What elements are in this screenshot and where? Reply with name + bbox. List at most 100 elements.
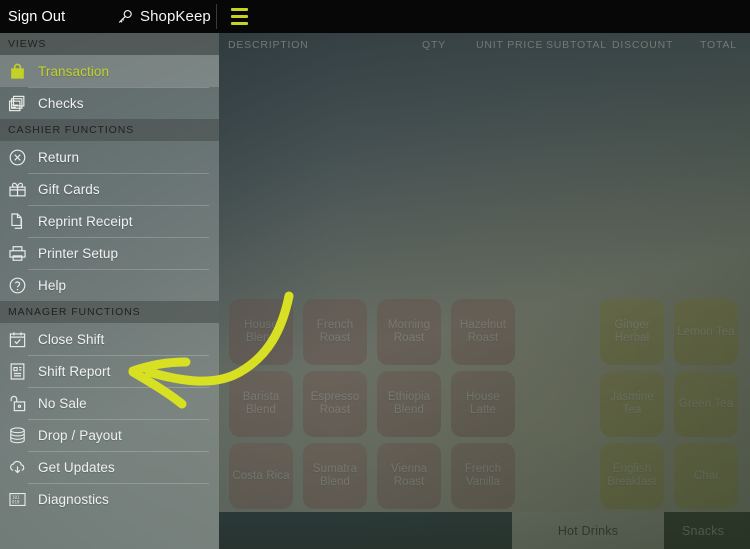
- sidebar-item-drop-payout-label: Drop / Payout: [38, 427, 122, 443]
- product-tile[interactable]: English Breakfast: [600, 443, 664, 509]
- section-header-cashier-functions: CASHIER FUNCTIONS: [0, 119, 219, 141]
- product-tile-label: Espresso Roast: [310, 391, 360, 416]
- binary-code-icon: 101 010: [8, 490, 27, 509]
- open-lock-icon: [8, 394, 27, 413]
- sidebar-item-get-updates[interactable]: Get Updates: [0, 451, 219, 483]
- product-tile-label: Sumatra Blend: [312, 463, 358, 488]
- sidebar-item-gift-cards-label: Gift Cards: [38, 181, 100, 197]
- report-document-icon: [8, 362, 27, 381]
- sidebar-item-diagnostics[interactable]: 101 010 Diagnostics: [0, 483, 219, 515]
- product-tile[interactable]: Green Tea: [674, 371, 738, 437]
- product-tile-label: English Breakfast: [607, 463, 657, 488]
- brand-name-label: ShopKeep: [140, 8, 211, 25]
- section-header-manager-functions: MANAGER FUNCTIONS: [0, 301, 219, 323]
- sidebar-item-return-label: Return: [38, 149, 80, 165]
- product-tile-label: Ginger Herbal: [614, 319, 650, 344]
- sidebar-item-checks[interactable]: Checks: [0, 87, 219, 119]
- sidebar-item-help[interactable]: Help: [0, 269, 219, 301]
- sidebar-item-transaction[interactable]: Transaction: [0, 55, 219, 87]
- product-tile-label: Chai: [693, 469, 719, 482]
- brand-logo: ShopKeep: [116, 8, 211, 26]
- navigation-sidebar: VIEWS Transaction Checks CASHIER FUNCTIO…: [0, 33, 219, 549]
- sidebar-item-shift-report[interactable]: Shift Report: [0, 355, 219, 387]
- product-tile-label: Jasmine Tea: [610, 391, 654, 416]
- product-tile[interactable]: Morning Roast: [377, 299, 441, 365]
- sidebar-item-transaction-label: Transaction: [38, 63, 110, 79]
- sidebar-item-close-shift-label: Close Shift: [38, 331, 105, 347]
- product-tile[interactable]: French Vanilla: [451, 443, 515, 509]
- product-tile[interactable]: Barista Blend: [229, 371, 293, 437]
- product-tile[interactable]: Espresso Roast: [303, 371, 367, 437]
- sign-out-button[interactable]: Sign Out: [0, 9, 65, 25]
- sidebar-item-return[interactable]: Return: [0, 141, 219, 173]
- shopkeep-pos-screen: House Blend French Roast Morning Roast H…: [0, 0, 750, 549]
- product-tile[interactable]: Chai: [674, 443, 738, 509]
- section-header-manager-functions-label: MANAGER FUNCTIONS: [8, 306, 141, 318]
- column-header-subtotal-overlay: SUBTOTAL: [546, 39, 607, 51]
- printer-icon: [8, 244, 27, 263]
- key-icon: [116, 8, 134, 26]
- product-tile[interactable]: House Latte: [451, 371, 515, 437]
- order-table-header-overlay: DESCRIPTION QTY UNIT PRICE SUBTOTAL DISC…: [219, 33, 750, 57]
- svg-text:010: 010: [12, 499, 20, 504]
- product-tile[interactable]: House Blend: [229, 299, 293, 365]
- column-header-qty-overlay: QTY: [422, 39, 446, 51]
- return-circle-x-icon: [8, 148, 27, 167]
- product-grid: House Blend French Roast Morning Roast H…: [219, 288, 750, 512]
- tab-snacks-label: Snacks: [682, 523, 725, 538]
- sidebar-item-reprint-receipt[interactable]: Reprint Receipt: [0, 205, 219, 237]
- tab-hot-drinks[interactable]: Hot Drinks: [512, 505, 664, 549]
- checks-stack-icon: [8, 94, 27, 113]
- coins-stack-icon: [8, 426, 27, 445]
- product-tile-label: Vienna Roast: [390, 463, 428, 488]
- sidebar-item-help-label: Help: [38, 277, 67, 293]
- product-tile[interactable]: Sumatra Blend: [303, 443, 367, 509]
- top-bar-divider: [216, 4, 217, 29]
- tab-empty-area[interactable]: [219, 512, 512, 549]
- product-tile-label: Ethiopia Blend: [387, 391, 431, 416]
- sidebar-item-close-shift[interactable]: Close Shift: [0, 323, 219, 355]
- section-header-views-label: VIEWS: [8, 38, 47, 50]
- cloud-download-icon: [8, 458, 27, 477]
- product-tile-label: House Latte: [466, 391, 500, 416]
- sidebar-item-gift-cards[interactable]: Gift Cards: [0, 173, 219, 205]
- product-tile[interactable]: Lemon Tea: [674, 299, 738, 365]
- column-header-unit-price-overlay: UNIT PRICE: [476, 39, 544, 51]
- product-tile[interactable]: Costa Rica: [229, 443, 293, 509]
- sidebar-item-reprint-receipt-label: Reprint Receipt: [38, 213, 133, 229]
- product-tile[interactable]: Hazelnut Roast: [451, 299, 515, 365]
- section-header-cashier-functions-label: CASHIER FUNCTIONS: [8, 124, 135, 136]
- shopping-bag-icon: [8, 62, 27, 81]
- product-tile-label: French Roast: [316, 319, 354, 344]
- product-tile-label: House Blend: [244, 319, 278, 344]
- sidebar-item-checks-label: Checks: [38, 95, 84, 111]
- column-header-discount-overlay: DISCOUNT: [612, 39, 674, 51]
- sidebar-item-printer-setup-label: Printer Setup: [38, 245, 119, 261]
- sidebar-item-no-sale[interactable]: No Sale: [0, 387, 219, 419]
- hamburger-menu-icon[interactable]: [229, 4, 250, 29]
- sidebar-item-diagnostics-label: Diagnostics: [38, 491, 109, 507]
- product-tile-label: Hazelnut Roast: [459, 319, 507, 344]
- sidebar-item-get-updates-label: Get Updates: [38, 459, 115, 475]
- sidebar-item-printer-setup[interactable]: Printer Setup: [0, 237, 219, 269]
- help-question-icon: [8, 276, 27, 295]
- product-tile[interactable]: Ginger Herbal: [600, 299, 664, 365]
- product-tile-label: Costa Rica: [232, 469, 290, 482]
- sidebar-item-shift-report-label: Shift Report: [38, 363, 111, 379]
- documents-icon: [8, 212, 27, 231]
- product-tile-label: Green Tea: [678, 397, 734, 410]
- gift-card-icon: [8, 180, 27, 199]
- sidebar-item-drop-payout[interactable]: Drop / Payout: [0, 419, 219, 451]
- tab-hot-drinks-label: Hot Drinks: [557, 523, 619, 538]
- column-header-description-overlay: DESCRIPTION: [228, 39, 309, 51]
- product-tile[interactable]: Jasmine Tea: [600, 371, 664, 437]
- calendar-check-icon: [8, 330, 27, 349]
- product-tile-label: French Vanilla: [464, 463, 502, 488]
- product-tile-label: Morning Roast: [387, 319, 431, 344]
- product-tile[interactable]: Vienna Roast: [377, 443, 441, 509]
- product-tile[interactable]: Ethiopia Blend: [377, 371, 441, 437]
- product-tile-label: Lemon Tea: [677, 325, 735, 338]
- product-tile[interactable]: French Roast: [303, 299, 367, 365]
- tab-snacks[interactable]: Snacks: [664, 512, 750, 549]
- product-tile-label: Barista Blend: [242, 391, 280, 416]
